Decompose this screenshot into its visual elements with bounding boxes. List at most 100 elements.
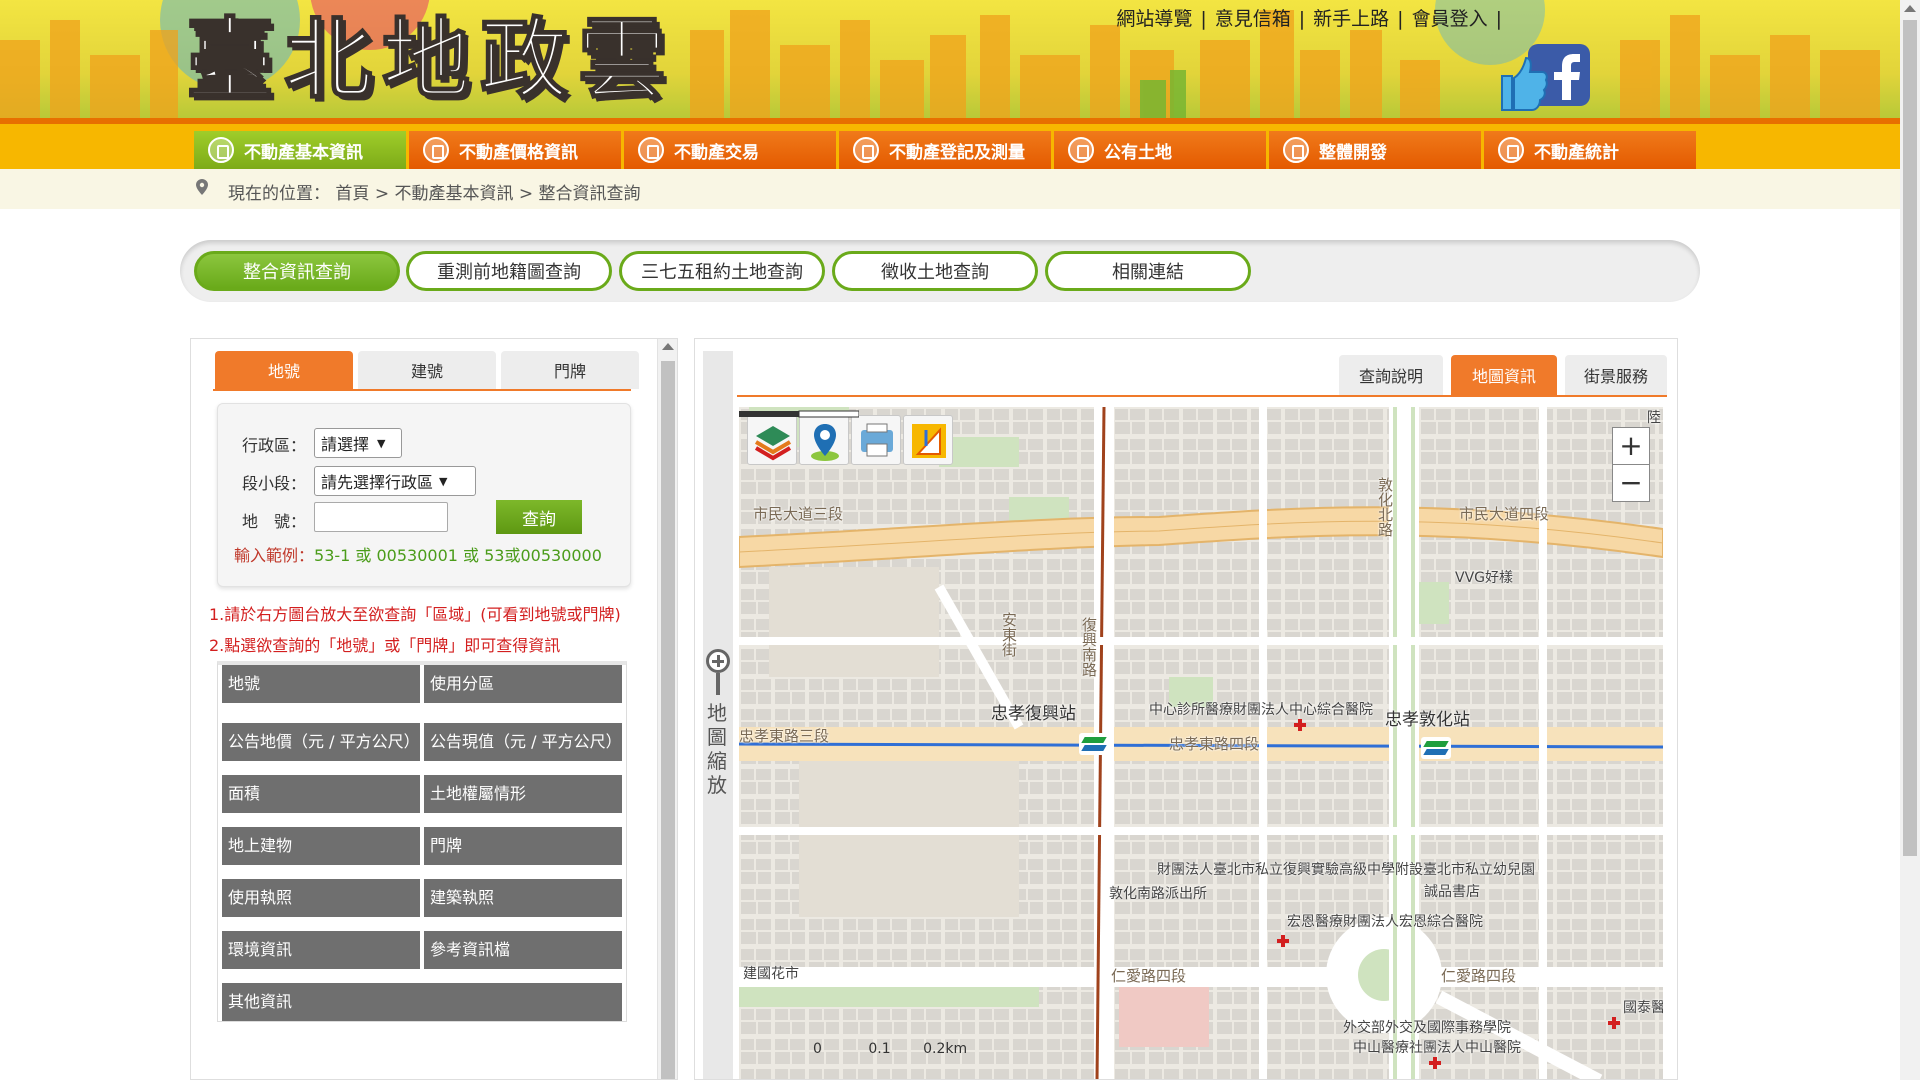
table-spacer xyxy=(222,761,622,775)
subtab-integrated-query[interactable]: 整合資訊查詢 xyxy=(194,251,400,291)
table-cell: 地號 xyxy=(222,665,420,703)
nav-item-label: 不動產登記及測量 xyxy=(889,142,1025,163)
zoom-plus-circle-icon[interactable] xyxy=(706,649,730,673)
table-spacer xyxy=(222,703,622,723)
map-label: 誠品書店 xyxy=(1424,884,1480,900)
lot-number-input[interactable] xyxy=(314,502,448,532)
tab-map-info[interactable]: 地圖資訊 xyxy=(1451,355,1557,395)
table-row: 其他資訊 xyxy=(222,983,622,1021)
table-spacer xyxy=(222,917,622,931)
top-links: 網站導覽 | 意見信箱 | 新手上路 | 會員登入 | xyxy=(1116,4,1510,31)
example-prefix: 輸入範例： xyxy=(234,546,315,565)
map-label: 仁愛路四段 xyxy=(1441,967,1517,985)
nav-item-registration[interactable]: 不動產登記及測量 xyxy=(839,131,1051,169)
top-link-feedback[interactable]: 意見信箱 xyxy=(1215,8,1291,30)
layers-icon[interactable] xyxy=(747,415,797,465)
tab-house-number[interactable]: 門牌 xyxy=(501,351,639,389)
print-icon[interactable] xyxy=(851,415,901,465)
zoom-out-button[interactable]: − xyxy=(1612,464,1650,502)
nav-item-price-info[interactable]: 不動產價格資訊 xyxy=(409,131,621,169)
link-separator: | xyxy=(1200,8,1207,30)
nav-item-development[interactable]: 整體開發 xyxy=(1269,131,1481,169)
metro-station-icon[interactable] xyxy=(1421,737,1451,759)
map-zoom-label: 地圖縮放 xyxy=(707,701,727,797)
breadcrumb-prefix: 現在的位置： xyxy=(228,184,330,204)
nav-item-label: 不動產價格資訊 xyxy=(459,142,578,163)
scrollbar-thumb[interactable] xyxy=(661,361,675,1079)
metro-station-icon[interactable] xyxy=(1079,733,1109,755)
map-label: 外交部外交及國際事務學院 xyxy=(1343,1020,1511,1036)
hospital-icon xyxy=(1294,719,1306,731)
instruction-2: 2.點選欲查詢的「地號」或「門牌」即可查得資訊 xyxy=(209,636,561,655)
page-scrollbar[interactable] xyxy=(1900,0,1920,1080)
nav-item-transaction[interactable]: 不動產交易 xyxy=(624,131,836,169)
site-banner: 臺北地政雲 網站導覽 | 意見信箱 | 新手上路 | 會員登入 | xyxy=(0,0,1900,122)
map-canvas[interactable]: + − 市民大道三段 市民大道四段 忠孝東路三段 忠孝東路四段 仁愛路四段 仁愛… xyxy=(739,407,1663,1079)
input-example: 輸入範例：53-1 或 00530001 或 53或00530000 xyxy=(234,542,602,566)
scroll-up-arrow-icon[interactable] xyxy=(1904,5,1916,12)
subtab-375-lease[interactable]: 三七五租約土地查詢 xyxy=(619,251,825,291)
measure-icon[interactable] xyxy=(903,415,953,465)
tab-underline xyxy=(213,389,631,391)
table-cell: 地上建物 xyxy=(222,827,420,865)
nav-item-label: 不動產統計 xyxy=(1534,142,1619,163)
top-link-login[interactable]: 會員登入 xyxy=(1412,8,1488,30)
map-label: 敦化南路派出所 xyxy=(1109,886,1207,902)
table-row: 使用執照 建築執照 xyxy=(222,879,622,917)
subtab-expropriation[interactable]: 徵收土地查詢 xyxy=(832,251,1038,291)
nav-item-label: 整體開發 xyxy=(1319,142,1387,163)
example-value: 53-1 或 00530001 或 53或00530000 xyxy=(314,546,602,565)
zoom-strip-stem xyxy=(716,673,720,695)
tab-query-help[interactable]: 查詢說明 xyxy=(1339,355,1443,395)
instruction-1: 1.請於右方圖台放大至欲查詢「區域」(可看到地號或門牌) xyxy=(209,605,621,624)
document-edit-icon xyxy=(853,137,879,163)
top-link-sitemap[interactable]: 網站導覽 xyxy=(1116,8,1192,30)
main-nav: 不動產基本資訊 不動產價格資訊 不動產交易 不動產登記及測量 公有土地 整體開發… xyxy=(0,124,1900,169)
tab-lot-number[interactable]: 地號 xyxy=(215,351,353,389)
tab-building-number[interactable]: 建號 xyxy=(358,351,496,389)
nav-item-label: 不動產交易 xyxy=(674,142,759,163)
location-pin-icon xyxy=(196,179,208,195)
top-link-beginner[interactable]: 新手上路 xyxy=(1313,8,1389,30)
zoom-in-button[interactable]: + xyxy=(1612,427,1650,465)
search-button[interactable]: 查詢 xyxy=(496,500,582,534)
nav-item-basic-info[interactable]: 不動產基本資訊 xyxy=(194,131,406,169)
breadcrumb-home[interactable]: 首頁 xyxy=(335,184,369,204)
subtab-related-links[interactable]: 相關連結 xyxy=(1045,251,1251,291)
table-spacer xyxy=(222,813,622,827)
map-label-station-fuxing: 忠孝復興站 xyxy=(991,704,1076,724)
district-select[interactable]: 請選擇 ▼ xyxy=(314,428,402,458)
map-label: 中心診所醫療財團法人中心綜合醫院 xyxy=(1149,702,1373,718)
subtab-cadastral-map[interactable]: 重測前地籍圖查詢 xyxy=(406,251,612,291)
price-tag-icon xyxy=(423,137,449,163)
site-title[interactable]: 臺北地政雲 xyxy=(185,4,676,114)
scrollbar-thumb[interactable] xyxy=(1903,20,1917,856)
hospital-icon xyxy=(1608,1017,1620,1029)
panel-scrollbar[interactable] xyxy=(657,339,677,1079)
location-pin-icon[interactable] xyxy=(799,415,849,465)
land-info-table: 地號 使用分區 公告地價（元 / 平方公尺） 公告現值（元 / 平方公尺） 面積… xyxy=(217,661,627,1022)
map-zoom-strip[interactable]: 地圖縮放 xyxy=(703,351,733,1079)
scale-bar xyxy=(739,410,859,418)
table-row: 環境資訊 參考資訊檔 xyxy=(222,931,622,969)
facebook-like-icon[interactable] xyxy=(1500,40,1596,112)
scale-label-0: 0 xyxy=(813,1041,822,1057)
nav-item-public-land[interactable]: 公有土地 xyxy=(1054,131,1266,169)
breadcrumb-basic-info[interactable]: 不動產基本資訊 xyxy=(394,184,513,204)
map-label: 建國花市 xyxy=(743,966,799,982)
tab-street-view[interactable]: 街景服務 xyxy=(1565,355,1667,395)
chevron-down-icon: ▼ xyxy=(439,474,448,488)
map-label: 陸 xyxy=(1647,410,1661,426)
map-label: 仁愛路四段 xyxy=(1111,967,1187,985)
map-label: VVG好樣 xyxy=(1455,570,1514,586)
map-label-station-dunhua: 忠孝敦化站 xyxy=(1385,710,1470,730)
breadcrumb-trail: 現在的位置： 首頁 > 不動產基本資訊 > 整合資訊查詢 xyxy=(228,179,641,204)
section-select[interactable]: 請先選擇行政區 ▼ xyxy=(314,466,476,496)
breadcrumb-separator: > xyxy=(518,184,534,204)
nav-item-statistics[interactable]: 不動產統計 xyxy=(1484,131,1696,169)
map-label: 忠孝東路三段 xyxy=(739,727,830,745)
query-panel: 地號 建號 門牌 行政區： 請選擇 ▼ 段小段： 請先選擇行政區 ▼ 地 號： … xyxy=(190,338,678,1080)
scroll-up-arrow-icon[interactable] xyxy=(662,343,674,350)
sub-tabs: 整合資訊查詢 重測前地籍圖查詢 三七五租約土地查詢 徵收土地查詢 相關連結 xyxy=(180,240,1700,302)
district-label: 行政區： xyxy=(242,436,307,455)
